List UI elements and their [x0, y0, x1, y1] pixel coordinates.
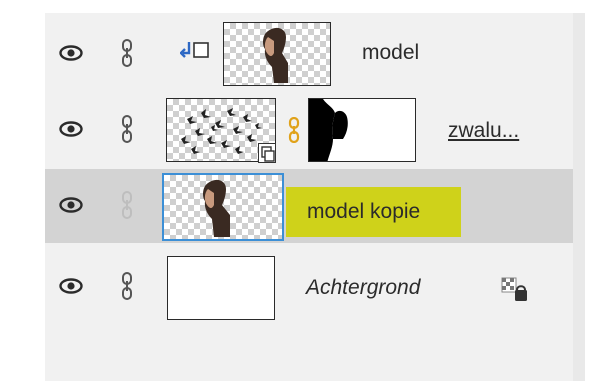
lock-icon[interactable]	[500, 276, 530, 304]
layer-thumbnail[interactable]	[162, 173, 284, 241]
eye-icon[interactable]	[59, 120, 83, 138]
layer-name[interactable]: model	[362, 41, 419, 65]
layer-row-model[interactable]: model	[45, 17, 573, 91]
layer-row-achtergrond[interactable]: Achtergrond	[45, 250, 573, 324]
smart-object-badge-icon	[258, 143, 276, 163]
panel-scrollbar[interactable]	[573, 13, 585, 381]
eye-icon[interactable]	[59, 277, 83, 295]
chain-link-icon[interactable]	[121, 190, 133, 220]
chain-link-icon[interactable]	[121, 38, 133, 68]
layer-row-zwaluw[interactable]: zwalu...	[45, 93, 573, 167]
chain-link-icon[interactable]	[121, 114, 133, 144]
chain-link-icon[interactable]	[121, 271, 133, 301]
mask-link-icon[interactable]	[288, 117, 300, 143]
mask-thumbnail-icon	[309, 99, 348, 161]
portrait-thumbnail-icon	[263, 27, 288, 83]
eye-icon[interactable]	[59, 44, 83, 62]
eye-icon[interactable]	[59, 196, 83, 214]
portrait-thumbnail-icon	[203, 179, 230, 237]
layer-name[interactable]: model kopie	[307, 200, 420, 224]
clipping-arrow-icon	[180, 42, 209, 58]
layer-name[interactable]: zwalu...	[448, 119, 519, 143]
layer-name[interactable]: Achtergrond	[306, 276, 420, 300]
layer-thumbnail[interactable]	[167, 256, 275, 320]
layer-row-model-kopie[interactable]: model kopie	[45, 169, 573, 243]
layer-mask-thumbnail[interactable]	[308, 98, 416, 162]
layer-thumbnail[interactable]	[223, 22, 331, 86]
